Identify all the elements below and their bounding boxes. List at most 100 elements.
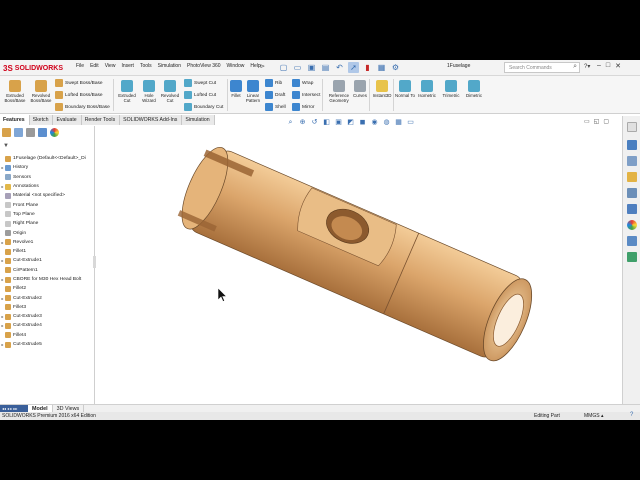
tree-item-fillet[interactable]: Fillet4 [0, 331, 95, 340]
tab-render-tools[interactable]: Render Tools [81, 115, 121, 125]
filter-icon[interactable]: ▼ [3, 143, 9, 149]
tree-item-plane[interactable]: Front Plane [0, 200, 95, 209]
revolved-cut-button[interactable]: Revolved Cut [159, 80, 181, 103]
tree-item-fillet[interactable]: Fillet2 [0, 284, 95, 293]
menu-simulation[interactable]: Simulation [158, 63, 181, 69]
file-properties-icon[interactable]: ▦ [376, 62, 387, 73]
solidworks-resources-icon[interactable] [627, 140, 637, 150]
view-palette-icon[interactable] [627, 188, 637, 198]
linear-pattern-button[interactable]: Linear Pattern [244, 80, 262, 103]
shell-button[interactable]: Shell [265, 103, 286, 111]
tree-item-sensor[interactable]: Sensors [0, 173, 95, 182]
tree-item-hole[interactable]: ▸ CBORE for M30 Hex Head Bolt [0, 275, 95, 284]
curves-button[interactable]: Curves [352, 80, 368, 98]
boundary-cut-button[interactable]: Boundary Cut [184, 103, 223, 111]
swept-cut-button[interactable]: Swept Cut [184, 79, 216, 87]
recording-icon[interactable] [627, 252, 637, 262]
instant3d-button[interactable]: Instant3D [371, 80, 393, 98]
options-icon[interactable]: ⚙ [390, 62, 401, 73]
feature-manager-tab-icon[interactable] [2, 128, 11, 137]
rib-button[interactable]: Rib [265, 79, 282, 87]
tree-item-fillet[interactable]: Fillet3 [0, 303, 95, 312]
tree-item-cut[interactable]: ▸ Cut-Extrude2 [0, 293, 95, 302]
search-commands-input[interactable]: Search Commands ⌕ [504, 62, 580, 73]
menu-edit[interactable]: Edit [90, 63, 99, 69]
task-pane-collapse-icon[interactable] [627, 122, 637, 132]
tab-evaluate[interactable]: Evaluate [53, 115, 82, 125]
dimxpert-manager-tab-icon[interactable] [38, 128, 47, 137]
tree-item-cut[interactable]: ▸ Cut-Extrude4 [0, 321, 95, 330]
property-manager-tab-icon[interactable] [14, 128, 23, 137]
custom-properties-icon[interactable] [627, 220, 637, 230]
menu-tools[interactable]: Tools [140, 63, 152, 69]
tree-item-fillet[interactable]: Fillet1 [0, 247, 95, 256]
intersect-button[interactable]: Intersect [292, 91, 320, 99]
lofted-boss-button[interactable]: Lofted Boss/Base [55, 91, 103, 99]
tree-item-cut[interactable]: ▸ Cut-Extrude5 [0, 340, 95, 349]
maximize-button[interactable]: □ [606, 62, 610, 70]
fuselage-part-model[interactable] [96, 126, 620, 404]
extruded-boss-button[interactable]: Extruded Boss/Base [3, 80, 27, 103]
isometric-button[interactable]: Isometric [415, 80, 439, 98]
tree-item-plane[interactable]: Right Plane [0, 219, 95, 228]
tree-item-history[interactable]: ▸ History [0, 163, 95, 172]
file-explorer-icon[interactable] [627, 172, 637, 182]
help-icon[interactable]: ? [630, 412, 633, 418]
tab-simulation[interactable]: Simulation [182, 115, 215, 125]
tree-item-origin[interactable]: Origin [0, 228, 95, 237]
select-icon[interactable]: ➚ [348, 62, 359, 73]
minimize-button[interactable]: – [597, 62, 601, 70]
solidworks-forum-icon[interactable] [627, 236, 637, 246]
boundary-boss-button[interactable]: Boundary Boss/Base [55, 103, 110, 111]
extruded-cut-button[interactable]: Extruded Cut [116, 80, 138, 103]
fillet-button[interactable]: Fillet [229, 80, 243, 98]
viewport-minimize-icon[interactable]: ▭ [584, 118, 590, 125]
tree-item-cut[interactable]: ▸ Cut-Extrude1 [0, 256, 95, 265]
solidworks-logo[interactable]: 3S SOLIDWORKS [3, 62, 63, 74]
hole-wizard-button[interactable]: Hole Wizard [138, 80, 160, 103]
tree-item-material[interactable]: Material <not specified> [0, 191, 95, 200]
new-icon[interactable]: ▢ [278, 62, 289, 73]
unit-system[interactable]: MMGS ▴ [584, 413, 603, 419]
tree-item-part[interactable]: 1Fuselage (Default<<Default>_Di [0, 154, 95, 163]
menu-photoview[interactable]: PhotoView 360 [187, 63, 221, 69]
tree-item-cut[interactable]: ▸ Cut-Extrude3 [0, 312, 95, 321]
open-icon[interactable]: ▭ [292, 62, 303, 73]
design-library-icon[interactable] [627, 156, 637, 166]
lofted-cut-button[interactable]: Lofted Cut [184, 91, 216, 99]
menu-insert[interactable]: Insert [121, 63, 134, 69]
display-manager-tab-icon[interactable] [50, 128, 59, 137]
normal-to-button[interactable]: Normal To [395, 80, 415, 98]
tab-features[interactable]: Features [0, 115, 30, 125]
search-icon[interactable]: ⌕ [573, 63, 577, 71]
mirror-button[interactable]: Mirror [292, 103, 315, 111]
viewport-close-icon[interactable]: ▢ [603, 118, 609, 125]
menu-view[interactable]: View [105, 63, 116, 69]
help-dropdown[interactable]: ?▾ [584, 63, 590, 70]
wrap-button[interactable]: Wrap [292, 79, 313, 87]
tree-item-plane[interactable]: Top Plane [0, 210, 95, 219]
revolved-boss-button[interactable]: Revolved Boss/Base [29, 80, 53, 103]
dimetric-button[interactable]: Dimetric [463, 80, 485, 98]
tab-3d-views[interactable]: 3D Views [53, 405, 85, 412]
tree-item-annotation[interactable]: ▸ Annotations [0, 182, 95, 191]
menu-window[interactable]: Window [227, 63, 245, 69]
graphics-area[interactable] [96, 126, 620, 404]
appearances-scenes-icon[interactable] [627, 204, 637, 214]
menu-file[interactable]: File [76, 63, 84, 69]
viewport-restore-icon[interactable]: ◱ [594, 118, 600, 125]
print-icon[interactable]: ▤ [320, 62, 331, 73]
tab-model[interactable]: Model [28, 405, 53, 412]
tab-scroll-arrows[interactable]: ◂◂ ◂ ▸ ▸▸ [0, 405, 28, 412]
rebuild-icon[interactable]: ▮ [362, 62, 373, 73]
reference-geometry-button[interactable]: Reference Geometry [325, 80, 353, 103]
tree-item-pattern[interactable]: CirPattern1 [0, 266, 95, 275]
tab-solidworks-add-ins[interactable]: SOLIDWORKS Add-Ins [120, 115, 183, 125]
configuration-manager-tab-icon[interactable] [26, 128, 35, 137]
menu-pin-icon[interactable]: ⊳ [260, 63, 265, 70]
tree-item-revolve[interactable]: ▸ Revolve1 [0, 238, 95, 247]
close-button[interactable]: ✕ [615, 62, 621, 70]
draft-button[interactable]: Draft [265, 91, 285, 99]
undo-icon[interactable]: ↶ [334, 62, 345, 73]
trimetric-button[interactable]: Trimetric [439, 80, 463, 98]
